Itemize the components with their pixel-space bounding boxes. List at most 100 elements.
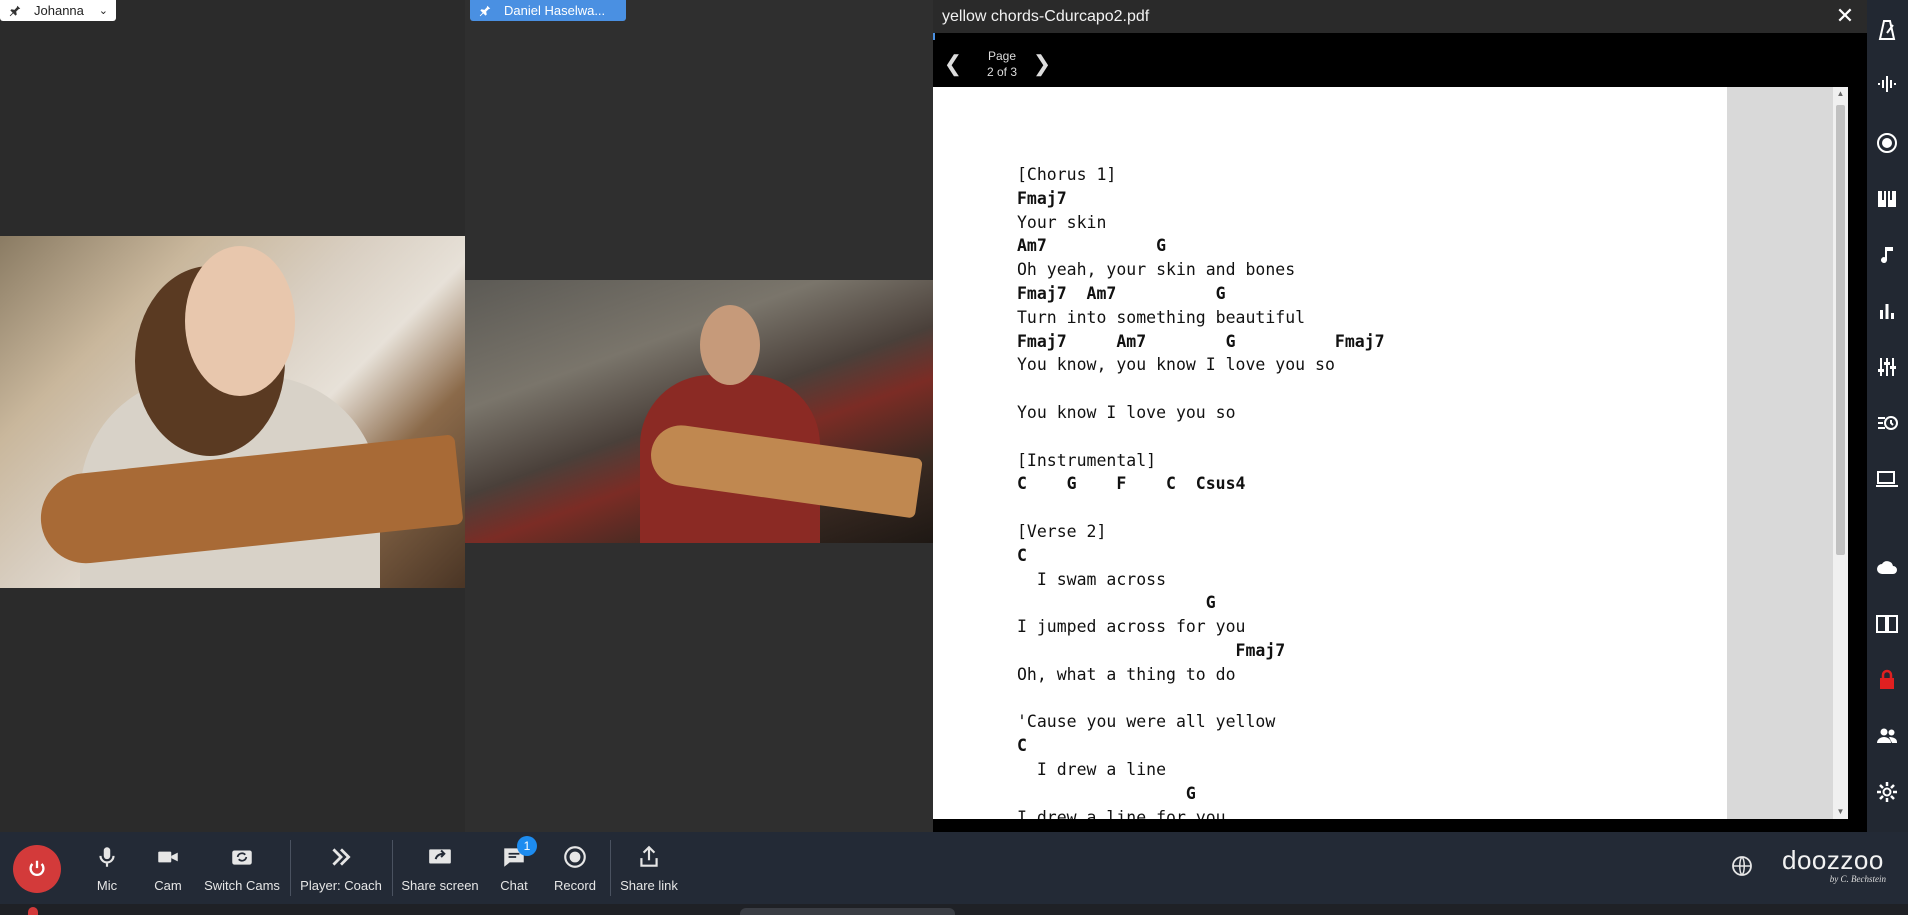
video-feed-johanna[interactable] — [0, 236, 465, 588]
cam-button[interactable]: Cam — [152, 842, 184, 902]
share-icon — [636, 844, 662, 870]
camera-icon — [155, 844, 181, 870]
metronome-icon[interactable] — [1875, 18, 1899, 42]
toolbar-divider — [610, 840, 611, 896]
cam-label: Cam — [154, 878, 182, 893]
participant-name: Johanna — [34, 3, 84, 18]
taskbar-search[interactable] — [740, 908, 955, 915]
pin-icon — [478, 4, 492, 18]
history-icon[interactable] — [1875, 411, 1899, 435]
chevron-down-icon[interactable]: ⌄ — [99, 4, 108, 17]
participant-name: Daniel Haselwa... — [504, 3, 606, 18]
double-chevron-right-icon — [328, 844, 354, 870]
pdf-page-area[interactable]: [Chorus 1] Fmaj7 Your skin Am7 G Oh yeah, yo… — [933, 87, 1848, 819]
switch-camera-icon — [229, 844, 255, 870]
chord-line: Fmaj7 Am7 G — [1017, 283, 1226, 303]
chord-line: G — [1017, 593, 1216, 613]
participant-tag-johanna[interactable]: Johanna ⌄ — [0, 0, 116, 21]
chord-line: C — [1017, 736, 1027, 756]
record-label: Record — [554, 878, 596, 893]
toolbar-divider — [290, 840, 291, 896]
music-note-icon[interactable] — [1875, 243, 1899, 267]
mic-icon — [94, 844, 120, 870]
globe-icon[interactable] — [1730, 854, 1754, 878]
pdf-bottom-bar — [933, 819, 1848, 832]
chat-button[interactable]: 1 Chat — [497, 836, 537, 902]
lyric-line: You know, you know I love you so — [1017, 355, 1335, 375]
pdf-viewer-panel: yellow chords-Cdurcapo2.pdf ✕ ❮ Page 2 o… — [933, 0, 1867, 832]
lyric-line: [Chorus 1] — [1017, 165, 1117, 184]
pdf-title: yellow chords-Cdurcapo2.pdf — [942, 7, 1150, 25]
brand-name: doozzoo — [1782, 845, 1884, 875]
brand-tagline: by C. Bechstein — [1829, 874, 1886, 884]
lyric-line: You know I love you so — [1017, 402, 1236, 422]
share-screen-icon — [427, 844, 453, 870]
cloud-icon[interactable] — [1875, 555, 1899, 579]
people-icon[interactable] — [1875, 724, 1899, 748]
pdf-toolbar: ❮ Page 2 of 3 ❯ — [933, 40, 1848, 87]
chord-line: Fmaj7 Am7 G Fmaj7 — [1017, 331, 1385, 351]
settings-icon[interactable] — [1875, 780, 1899, 804]
participant-tag-daniel[interactable]: Daniel Haselwa... — [470, 0, 626, 21]
chat-label: Chat — [500, 878, 528, 893]
lock-icon[interactable] — [1875, 668, 1899, 692]
lyric-line: Turn into something beautiful — [1017, 307, 1306, 327]
lyric-line — [1017, 377, 1385, 401]
mic-label: Mic — [96, 878, 118, 893]
os-taskbar — [0, 904, 1908, 915]
pdf-page: [Chorus 1] Fmaj7 Your skin Am7 G Oh yeah, yo… — [933, 87, 1727, 819]
lyric-line: I drew a line for you — [1017, 807, 1226, 819]
scroll-up-icon[interactable]: ▲ — [1836, 89, 1845, 99]
lyric-line: Oh yeah, your skin and bones — [1017, 260, 1296, 280]
page-number: 2 of 3 — [986, 65, 1018, 79]
lyric-line: 'Cause you were all yellow — [1017, 712, 1276, 732]
page-indicator: Page 2 of 3 — [977, 48, 1027, 80]
lyric-line: I jumped across for you — [1017, 617, 1246, 637]
share-screen-button[interactable]: Share screen — [401, 842, 479, 902]
lyric-line: Oh, what a thing to do — [1017, 664, 1236, 684]
bottom-toolbar — [0, 832, 1908, 904]
player-coach-button[interactable]: Player: Coach — [298, 842, 384, 902]
lyric-line: [Verse 2] — [1017, 521, 1107, 541]
taskbar-icon[interactable] — [28, 907, 38, 915]
prev-page-button[interactable]: ❮ — [943, 52, 963, 76]
record-button[interactable]: Record — [554, 842, 596, 902]
right-tool-sidebar — [1867, 0, 1908, 832]
lyric-line: Your skin — [1017, 212, 1107, 232]
share-screen-label: Share screen — [401, 878, 479, 893]
lyric-line: I drew a line — [1017, 759, 1167, 779]
lyric-line: [Instrumental] — [1017, 450, 1157, 470]
person-figure — [185, 246, 295, 396]
record-dot-icon[interactable] — [1875, 131, 1899, 155]
toolbar-divider — [392, 840, 393, 896]
pdf-scrollbar[interactable]: ▲ ▼ — [1833, 87, 1848, 819]
chord-line: C — [1017, 545, 1027, 565]
share-link-button[interactable]: Share link — [620, 842, 678, 902]
switch-cams-label: Switch Cams — [204, 878, 280, 893]
scrollbar-thumb[interactable] — [1836, 105, 1845, 555]
scroll-down-icon[interactable]: ▼ — [1836, 807, 1845, 817]
end-call-button[interactable] — [13, 845, 61, 893]
power-icon — [29, 860, 45, 876]
chat-icon: 1 — [501, 836, 537, 870]
mic-button[interactable]: Mic — [92, 842, 122, 902]
piano-icon[interactable] — [1875, 187, 1899, 211]
chord-line: Am7 G — [1017, 236, 1167, 256]
close-icon[interactable]: ✕ — [1833, 4, 1857, 28]
mixer-icon[interactable] — [1875, 355, 1899, 379]
pin-icon — [8, 4, 22, 18]
lyric-line: I swam across — [1017, 569, 1167, 589]
chord-sheet-text: [Chorus 1] Fmaj7 Your skin Am7 G Oh yeah, yo… — [1017, 163, 1385, 819]
bar-chart-icon[interactable] — [1875, 299, 1899, 323]
chord-line: Fmaj7 — [1017, 188, 1067, 208]
switch-cams-button[interactable]: Switch Cams — [202, 842, 282, 902]
chord-line: C G F C Csus4 — [1017, 474, 1246, 494]
next-page-button[interactable]: ❯ — [1032, 52, 1052, 76]
devices-icon[interactable] — [1875, 467, 1899, 491]
layout-icon[interactable] — [1875, 612, 1899, 636]
share-link-label: Share link — [620, 878, 678, 893]
record-icon — [562, 844, 588, 870]
tuner-icon[interactable] — [1875, 72, 1899, 96]
lyric-line — [1017, 425, 1385, 449]
video-feed-daniel[interactable] — [465, 280, 933, 543]
